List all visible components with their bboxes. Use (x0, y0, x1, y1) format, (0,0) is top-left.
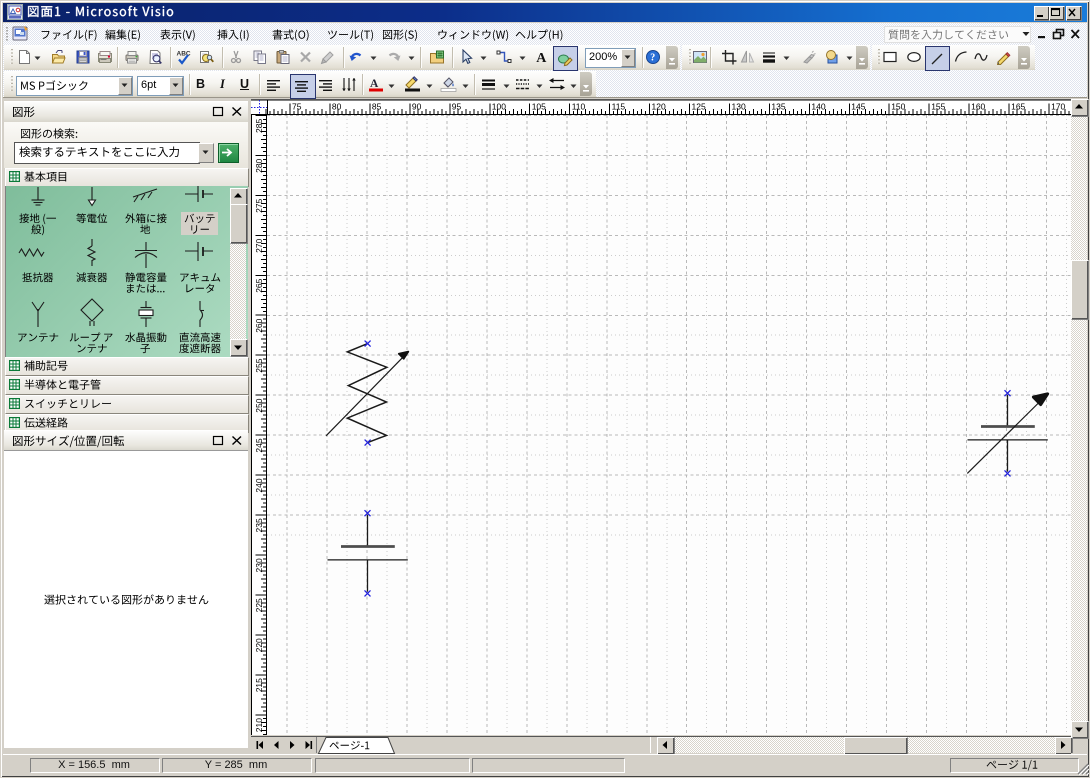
svg-text:215: 215 (254, 678, 264, 692)
svg-text:255: 255 (254, 358, 264, 372)
svg-text:80: 80 (332, 102, 342, 112)
svg-text:170: 170 (1051, 102, 1065, 112)
svg-text:A: A (536, 51, 547, 65)
svg-text:235: 235 (254, 518, 264, 532)
svg-text:230: 230 (254, 558, 264, 572)
svg-text:220: 220 (254, 638, 264, 652)
svg-text:260: 260 (254, 318, 264, 332)
svg-text:120: 120 (652, 102, 666, 112)
svg-text:245: 245 (254, 438, 264, 452)
svg-text:75: 75 (292, 102, 302, 112)
svg-text:?: ? (650, 53, 655, 64)
svg-text:115: 115 (612, 102, 626, 112)
svg-text:95: 95 (452, 102, 462, 112)
svg-text:150: 150 (891, 102, 905, 112)
svg-text:270: 270 (254, 238, 264, 252)
svg-text:110: 110 (572, 102, 586, 112)
svg-text:250: 250 (254, 398, 264, 412)
svg-text:265: 265 (254, 278, 264, 292)
svg-text:140: 140 (811, 102, 825, 112)
svg-text:85: 85 (372, 102, 382, 112)
svg-text:145: 145 (851, 102, 865, 112)
svg-text:160: 160 (971, 102, 985, 112)
svg-text:210: 210 (254, 718, 264, 732)
svg-text:A: A (370, 78, 379, 90)
svg-text:275: 275 (254, 198, 264, 212)
svg-text:280: 280 (254, 158, 264, 172)
svg-text:240: 240 (254, 478, 264, 492)
svg-text:225: 225 (254, 598, 264, 612)
svg-text:155: 155 (931, 102, 945, 112)
svg-text:90: 90 (412, 102, 422, 112)
svg-text:100: 100 (492, 102, 506, 112)
svg-text:130: 130 (732, 102, 746, 112)
svg-text:125: 125 (692, 102, 706, 112)
svg-text:ABC: ABC (177, 51, 191, 58)
svg-text:135: 135 (771, 102, 785, 112)
svg-text:105: 105 (532, 102, 546, 112)
svg-text:285: 285 (254, 119, 264, 133)
svg-text:165: 165 (1011, 102, 1025, 112)
